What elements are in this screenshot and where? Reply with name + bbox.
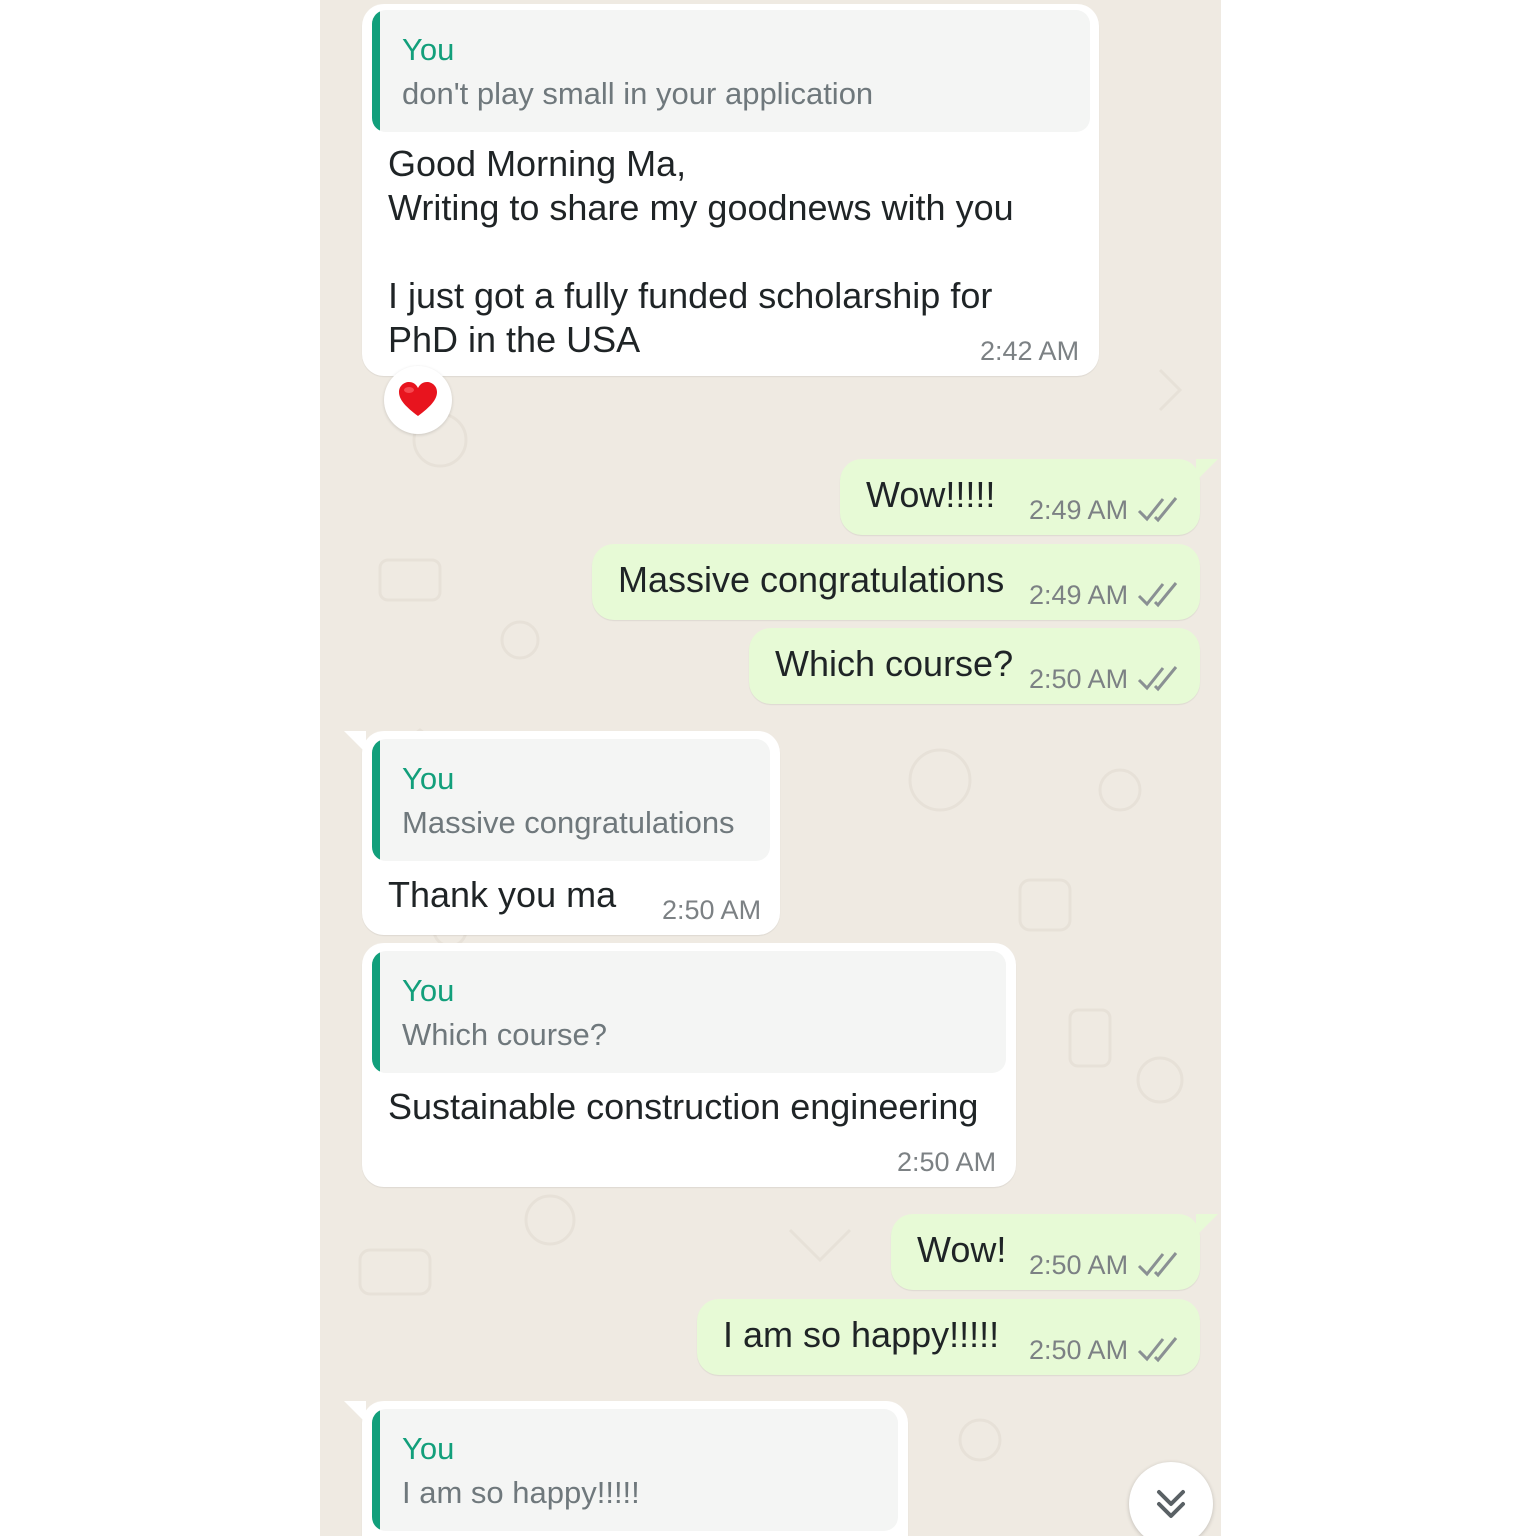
chat-area[interactable]: You don't play small in your application… (320, 0, 1221, 1536)
message-text: Wow!!!!! (866, 474, 996, 515)
message-timestamp: 2:49 AM (1029, 580, 1129, 610)
message-timestamp: 2:50 AM (1029, 1335, 1129, 1365)
red-heart-icon (399, 382, 437, 416)
quote-accent-bar (372, 10, 380, 132)
quote-text: don't play small in your application (402, 76, 874, 111)
quote-author: You (402, 32, 455, 67)
outgoing-message[interactable]: Wow! 2:50 AM (891, 1214, 1218, 1290)
outgoing-message[interactable]: Which course? 2:50 AM (749, 628, 1200, 704)
message-timestamp: 2:49 AM (1029, 495, 1129, 525)
quoted-message[interactable]: You Massive congratulations (372, 739, 770, 861)
double-chevron-down-icon (1157, 1490, 1185, 1518)
message-text: Massive congratulations (618, 559, 1005, 600)
message-text: I am so happy!!!!! (723, 1314, 1000, 1355)
message-text: Thank you ma (388, 874, 617, 915)
double-check-icon (1137, 1337, 1178, 1363)
outgoing-message[interactable]: I am so happy!!!!! 2:50 AM (697, 1299, 1200, 1375)
quote-text: Massive congratulations (402, 805, 735, 840)
message-text: Sustainable construction engineering (388, 1086, 979, 1127)
quote-author: You (402, 761, 455, 796)
message-timestamp: 2:42 AM (980, 336, 1080, 366)
message-timestamp: 2:50 AM (1029, 664, 1129, 694)
quote-accent-bar (372, 1409, 380, 1531)
quoted-message[interactable]: You don't play small in your application (372, 10, 1090, 132)
message-text: Good Morning Ma, Writing to share my goo… (388, 143, 1014, 360)
message-text: Wow! (917, 1229, 1007, 1270)
reaction-badge[interactable] (384, 366, 452, 434)
message-timestamp: 2:50 AM (897, 1147, 997, 1177)
scroll-to-bottom-button[interactable] (1129, 1462, 1213, 1536)
outgoing-message[interactable]: Massive congratulations 2:49 AM (592, 544, 1200, 620)
quote-author: You (402, 973, 455, 1008)
quote-text: Which course? (402, 1017, 608, 1052)
double-check-icon (1137, 1252, 1178, 1278)
quote-accent-bar (372, 739, 380, 861)
quote-accent-bar (372, 951, 380, 1073)
quoted-message[interactable]: You I am so happy!!!!! (372, 1409, 898, 1531)
double-check-icon (1137, 582, 1178, 608)
incoming-message[interactable]: You Massive congratulations Thank you ma… (344, 731, 780, 935)
incoming-message[interactable]: You Which course? Sustainable constructi… (362, 943, 1016, 1187)
quote-author: You (402, 1431, 455, 1466)
incoming-message[interactable]: You I am so happy!!!!! (344, 1401, 908, 1536)
message-timestamp: 2:50 AM (1029, 1250, 1129, 1280)
double-check-icon (1137, 497, 1178, 523)
message-timestamp: 2:50 AM (662, 895, 762, 925)
message-text: Which course? (775, 643, 1014, 684)
quoted-message[interactable]: You Which course? (372, 951, 1006, 1073)
quote-text: I am so happy!!!!! (402, 1475, 640, 1510)
outgoing-message[interactable]: Wow!!!!! 2:49 AM (840, 459, 1218, 535)
double-check-icon (1137, 666, 1178, 692)
incoming-message[interactable]: You don't play small in your application… (362, 4, 1099, 376)
